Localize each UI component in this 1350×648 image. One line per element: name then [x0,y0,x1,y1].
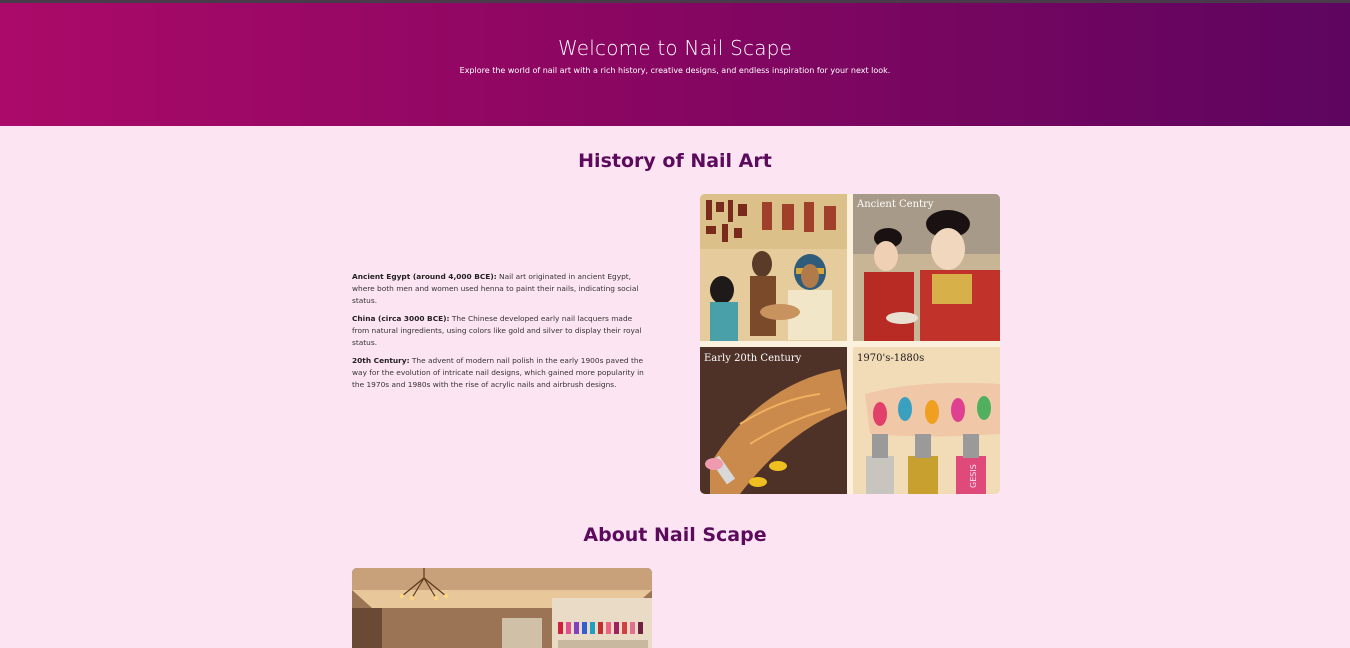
seventies-panel: GESIS 1970's-1880s [853,347,1000,494]
history-entry-label: China (circa 3000 BCE): [352,314,450,323]
salon-interior-image [352,568,652,648]
history-heading: History of Nail Art [578,150,772,172]
china-panel: Ancient Centry [853,194,1000,341]
bottle-label: GESIS [969,464,978,488]
caption-early-20th: Early 20th Century [704,353,802,364]
history-collage-image: Ancient Centry Early 20th Century GESIS … [700,194,1000,494]
history-entry-china: China (circa 3000 BCE): The Chinese deve… [352,313,644,349]
early-20th-panel: Early 20th Century [700,347,847,494]
site-title: Welcome to Nail Scape [557,36,793,60]
caption-seventies: 1970's-1880s [857,353,924,364]
collage-divider [700,341,1000,347]
caption-ancient: Ancient Centry [856,199,934,210]
hero-header: Welcome to Nail Scape Explore the world … [0,3,1350,126]
history-entry-label: 20th Century: [352,356,410,365]
history-entry-label: Ancient Egypt (around 4,000 BCE): [352,272,497,281]
history-entry-egypt: Ancient Egypt (around 4,000 BCE): Nail a… [352,271,644,307]
history-entry-20th-century: 20th Century: The advent of modern nail … [352,355,644,391]
egypt-panel [700,194,847,341]
history-text-block: Ancient Egypt (around 4,000 BCE): Nail a… [352,271,644,397]
about-heading: About Nail Scape [583,524,767,546]
site-tagline: Explore the world of nail art with a ric… [459,66,891,75]
